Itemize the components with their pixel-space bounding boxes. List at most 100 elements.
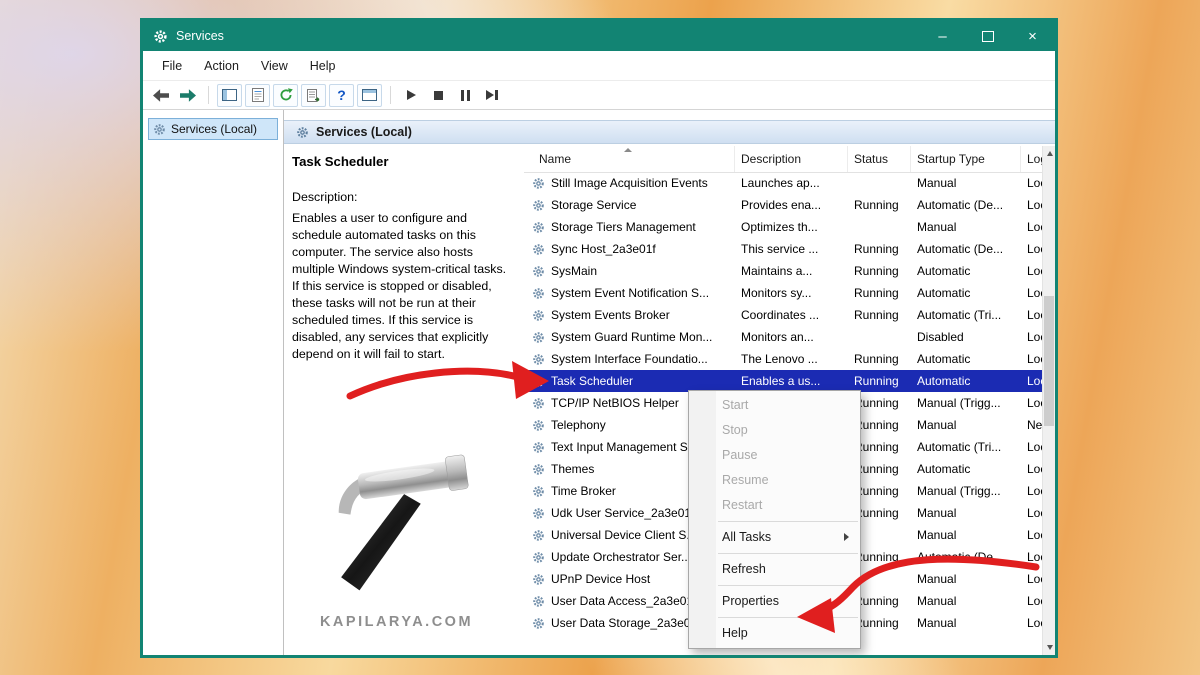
- title-bar[interactable]: Services – ×: [143, 21, 1055, 51]
- context-menu-item-label: Stop: [722, 423, 748, 437]
- table-row[interactable]: System Guard Runtime Mon... Monitors an.…: [524, 326, 1042, 348]
- list-header: Name Description Status Startup Type Log…: [524, 146, 1055, 173]
- context-menu-item-properties[interactable]: Properties: [689, 589, 860, 614]
- forward-icon: [180, 89, 196, 102]
- forward-button[interactable]: [176, 84, 200, 107]
- table-row[interactable]: Still Image Acquisition Events Launches …: [524, 172, 1042, 194]
- service-logon: Loc: [1021, 260, 1042, 282]
- service-gear-icon: [532, 265, 545, 278]
- show-console-tree-button[interactable]: [217, 84, 242, 107]
- service-logon: Loc: [1021, 436, 1042, 458]
- service-logon: Loc: [1021, 216, 1042, 238]
- scroll-down-icon: [1047, 645, 1053, 650]
- context-menu-item-stop: Stop: [689, 418, 860, 443]
- service-status: [848, 172, 911, 194]
- service-logon: Loc: [1021, 282, 1042, 304]
- service-gear-icon: [532, 397, 545, 410]
- context-menu-item-label: Pause: [722, 448, 757, 462]
- service-logon: Loc: [1021, 524, 1042, 546]
- pause-service-button[interactable]: [453, 84, 477, 107]
- snapin-header-icon: [296, 126, 309, 139]
- pause-icon: [461, 90, 470, 101]
- services-node-icon: [153, 123, 166, 136]
- service-name: Time Broker: [551, 480, 616, 502]
- service-name: UPnP Device Host: [551, 568, 650, 590]
- table-row[interactable]: Task Scheduler Enables a us... Running A…: [524, 370, 1042, 392]
- export-list-button[interactable]: [301, 84, 326, 107]
- service-logon: Loc: [1021, 194, 1042, 216]
- submenu-arrow-icon: [844, 533, 849, 541]
- stop-service-button[interactable]: [426, 84, 450, 107]
- minimize-button[interactable]: –: [920, 21, 965, 51]
- restart-service-button[interactable]: [480, 84, 504, 107]
- table-row[interactable]: System Interface Foundatio... The Lenovo…: [524, 348, 1042, 370]
- scroll-up-icon: [1047, 151, 1053, 156]
- table-row[interactable]: Sync Host_2a3e01f This service ... Runni…: [524, 238, 1042, 260]
- help-button[interactable]: ?: [329, 84, 354, 107]
- service-name: Storage Tiers Management: [551, 216, 696, 238]
- menu-view[interactable]: View: [250, 55, 299, 77]
- column-header-status[interactable]: Status: [848, 146, 911, 172]
- service-startup-type: Manual: [911, 612, 1021, 634]
- service-description: Enables a us...: [735, 370, 848, 392]
- service-logon: Loc: [1021, 370, 1042, 392]
- service-name: System Interface Foundatio...: [551, 348, 708, 370]
- service-name: Themes: [551, 458, 594, 480]
- context-menu-item-help[interactable]: Help: [689, 621, 860, 646]
- table-row[interactable]: System Events Broker Coordinates ... Run…: [524, 304, 1042, 326]
- column-header-startup-type[interactable]: Startup Type: [911, 146, 1021, 172]
- table-row[interactable]: System Event Notification S... Monitors …: [524, 282, 1042, 304]
- context-menu-item-all-tasks[interactable]: All Tasks: [689, 525, 860, 550]
- restart-icon: [486, 90, 498, 100]
- service-gear-icon: [532, 419, 545, 432]
- toolbar-separator: [208, 86, 209, 104]
- service-startup-type: Manual: [911, 216, 1021, 238]
- context-menu-item-pause: Pause: [689, 443, 860, 468]
- play-icon: [407, 90, 416, 100]
- close-icon: ×: [1028, 28, 1037, 45]
- service-name: System Guard Runtime Mon...: [551, 326, 712, 348]
- service-startup-type: Manual (Trigg...: [911, 480, 1021, 502]
- service-gear-icon: [532, 375, 545, 388]
- service-name: Text Input Management Se...: [551, 436, 704, 458]
- description-label: Description:: [292, 190, 514, 204]
- maximize-button[interactable]: [965, 21, 1010, 51]
- service-gear-icon: [532, 485, 545, 498]
- service-description: The Lenovo ...: [735, 348, 848, 370]
- scroll-down-button[interactable]: [1043, 640, 1056, 655]
- column-header-description[interactable]: Description: [735, 146, 848, 172]
- menu-file[interactable]: File: [151, 55, 193, 77]
- start-service-button[interactable]: [399, 84, 423, 107]
- service-status: [848, 326, 911, 348]
- service-gear-icon: [532, 507, 545, 520]
- service-gear-icon: [532, 309, 545, 322]
- menu-action[interactable]: Action: [193, 55, 250, 77]
- close-button[interactable]: ×: [1010, 21, 1055, 51]
- show-action-pane-button[interactable]: [357, 84, 382, 107]
- service-name: System Events Broker: [551, 304, 670, 326]
- action-pane-icon: [362, 89, 377, 101]
- context-menu-item-refresh[interactable]: Refresh: [689, 557, 860, 582]
- properties-toolbar-button[interactable]: [245, 84, 270, 107]
- table-row[interactable]: Storage Tiers Management Optimizes th...…: [524, 216, 1042, 238]
- service-startup-type: Automatic (De...: [911, 194, 1021, 216]
- back-button[interactable]: [149, 84, 173, 107]
- refresh-button[interactable]: [273, 84, 298, 107]
- services-app-icon: [153, 29, 168, 44]
- sidebar-item-services-local[interactable]: Services (Local): [148, 118, 278, 140]
- scrollbar-thumb[interactable]: [1044, 296, 1054, 426]
- menu-separator: [718, 521, 858, 522]
- service-gear-icon: [532, 617, 545, 630]
- table-row[interactable]: SysMain Maintains a... Running Automatic…: [524, 260, 1042, 282]
- service-status: Running: [848, 348, 911, 370]
- service-description: Coordinates ...: [735, 304, 848, 326]
- vertical-scrollbar[interactable]: [1042, 146, 1055, 655]
- service-description-text: Enables a user to configure and schedule…: [292, 210, 514, 363]
- service-gear-icon: [532, 551, 545, 564]
- service-gear-icon: [532, 199, 545, 212]
- service-name: User Data Storage_2a3e01f: [551, 612, 700, 634]
- scroll-up-button[interactable]: [1043, 146, 1056, 161]
- menu-help[interactable]: Help: [299, 55, 347, 77]
- service-name: Storage Service: [551, 194, 636, 216]
- table-row[interactable]: Storage Service Provides ena... Running …: [524, 194, 1042, 216]
